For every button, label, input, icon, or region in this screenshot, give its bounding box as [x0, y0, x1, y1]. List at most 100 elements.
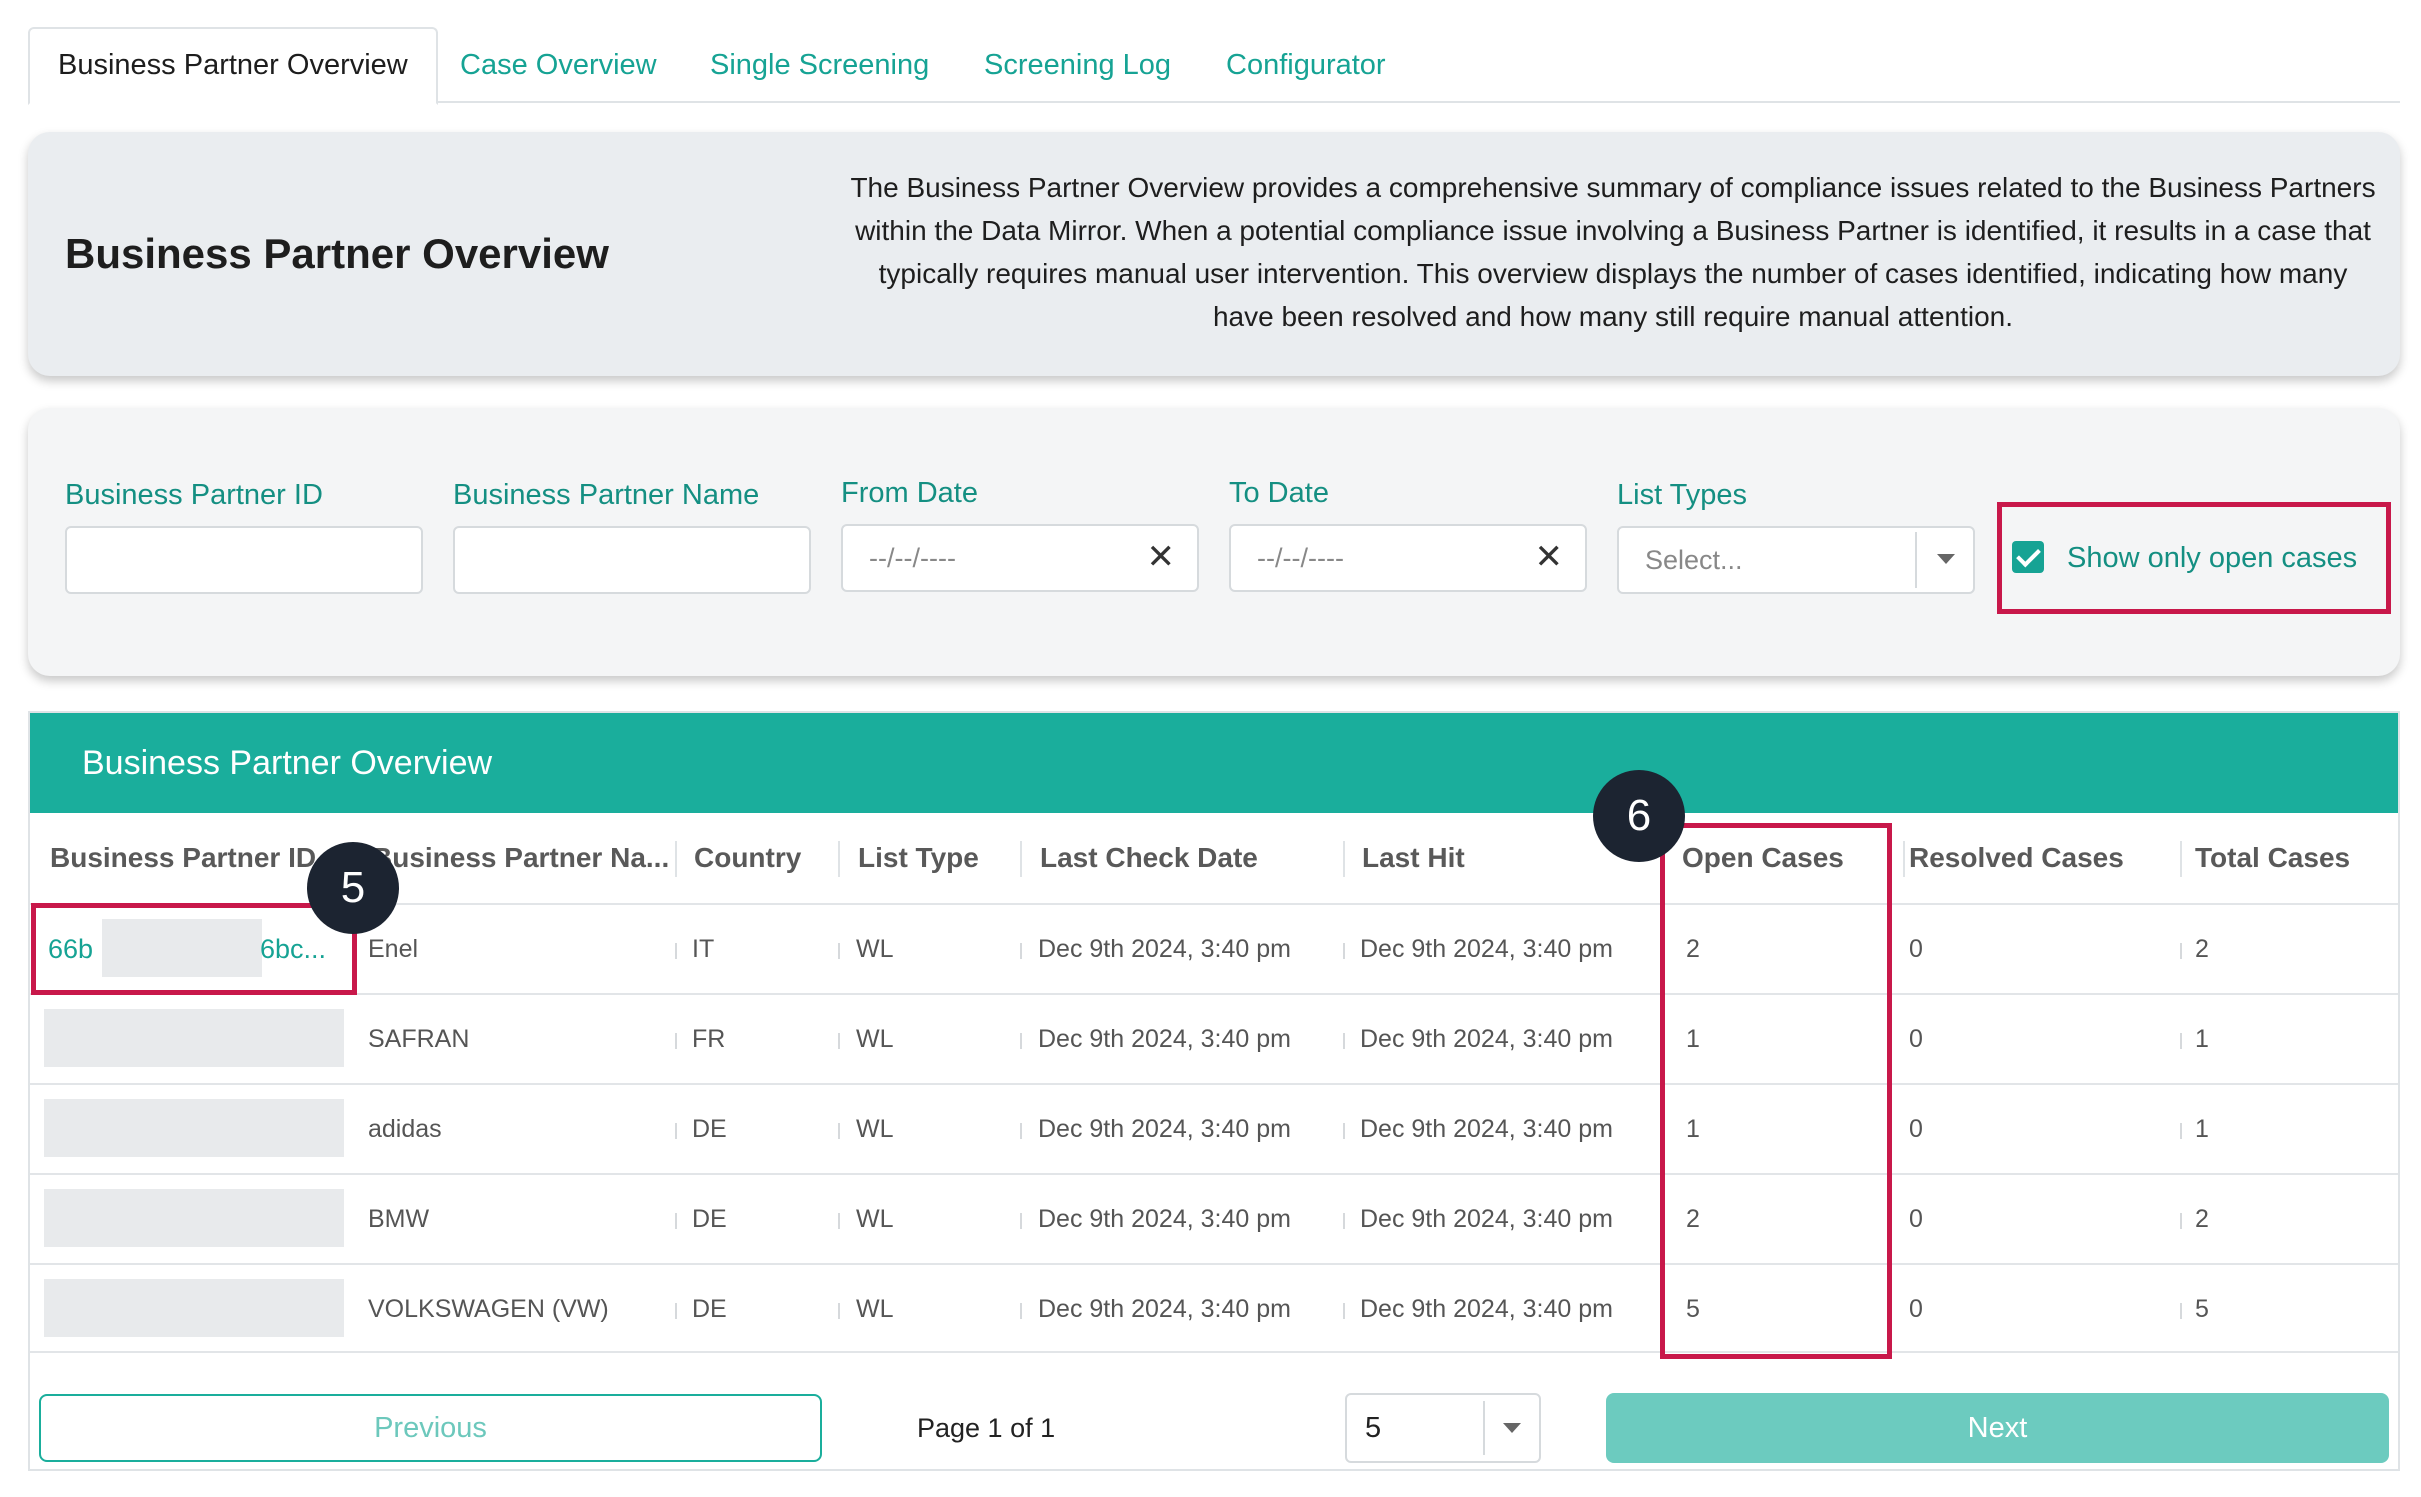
cell-divider [1343, 1123, 1345, 1139]
resolved-cases: 0 [1909, 1025, 1923, 1053]
table-row[interactable]: SAFRAN FR WL Dec 9th 2024, 3:40 pm Dec 9… [30, 993, 2398, 1083]
col-header-country[interactable]: Country [694, 813, 834, 903]
cell-divider [2180, 1303, 2182, 1319]
col-divider [1903, 841, 1905, 877]
redacted-id [44, 1099, 344, 1157]
table-row[interactable]: VOLKSWAGEN (VW) DE WL Dec 9th 2024, 3:40… [30, 1263, 2398, 1353]
table-row[interactable]: BMW DE WL Dec 9th 2024, 3:40 pm Dec 9th … [30, 1173, 2398, 1263]
col-divider [675, 841, 677, 877]
col-header-list-type[interactable]: List Type [858, 813, 1028, 903]
to-date-input[interactable]: --/--/---- ✕ [1229, 524, 1587, 592]
list-type: WL [856, 1205, 894, 1233]
cell-divider [1020, 943, 1022, 959]
chevron-down-icon[interactable] [1937, 554, 1955, 564]
last-check-date: Dec 9th 2024, 3:40 pm [1038, 1115, 1291, 1143]
list-types-select[interactable]: Select... [1617, 526, 1975, 594]
next-button[interactable]: Next [1606, 1393, 2389, 1463]
col-header-resolved-cases[interactable]: Resolved Cases [1909, 813, 2169, 903]
select-divider [1483, 1401, 1485, 1455]
clear-to-date-icon[interactable]: ✕ [1535, 526, 1564, 588]
total-cases: 2 [2195, 1205, 2209, 1233]
table-row[interactable]: adidas DE WL Dec 9th 2024, 3:40 pm Dec 9… [30, 1083, 2398, 1173]
cell-divider [1343, 1303, 1345, 1319]
from-date-input[interactable]: --/--/---- ✕ [841, 524, 1199, 592]
bp-name: adidas [368, 1115, 442, 1143]
last-hit: Dec 9th 2024, 3:40 pm [1360, 1295, 1613, 1323]
bp-id-highlight [31, 903, 357, 995]
country: DE [692, 1115, 727, 1143]
page-description: The Business Partner Overview provides a… [850, 172, 2376, 332]
col-divider [2180, 841, 2182, 877]
col-header-last-check-date[interactable]: Last Check Date [1040, 813, 1340, 903]
redacted-id [44, 1279, 344, 1337]
cell-divider [675, 943, 677, 959]
tab-case-overview[interactable]: Case Overview [460, 27, 657, 103]
last-hit: Dec 9th 2024, 3:40 pm [1360, 1205, 1613, 1233]
cell-divider [675, 1303, 677, 1319]
cell-divider [1020, 1123, 1022, 1139]
page-size-value: 5 [1365, 1412, 1382, 1444]
bp-name-label: Business Partner Name [453, 479, 760, 511]
resolved-cases: 0 [1909, 1205, 1923, 1233]
last-check-date: Dec 9th 2024, 3:40 pm [1038, 1025, 1291, 1053]
col-header-total-cases[interactable]: Total Cases [2195, 813, 2395, 903]
tab-screening-log[interactable]: Screening Log [984, 27, 1171, 103]
country: IT [692, 935, 715, 963]
col-header-bp-name[interactable]: Business Partner Na... [372, 813, 692, 903]
from-date-placeholder: --/--/---- [869, 543, 956, 573]
total-cases: 1 [2195, 1025, 2209, 1053]
bp-name-input[interactable] [453, 526, 811, 594]
cell-divider [675, 1213, 677, 1229]
resolved-cases: 0 [1909, 1115, 1923, 1143]
cell-divider [1343, 943, 1345, 959]
chevron-down-icon[interactable] [1503, 1423, 1521, 1433]
total-cases: 1 [2195, 1115, 2209, 1143]
previous-button[interactable]: Previous [39, 1394, 822, 1462]
callout-badge-6: 6 [1593, 770, 1685, 862]
country: DE [692, 1205, 727, 1233]
cell-divider [2180, 943, 2182, 959]
cell-divider [1020, 1033, 1022, 1049]
tab-bar: Business Partner Overview Case Overview … [28, 27, 2400, 105]
col-divider [1343, 841, 1345, 877]
list-types-label: List Types [1617, 479, 1748, 511]
col-divider [1020, 841, 1022, 877]
list-type: WL [856, 1295, 894, 1323]
to-date-label: To Date [1229, 477, 1329, 509]
list-type: WL [856, 1115, 894, 1143]
page-size-select[interactable]: 5 [1345, 1393, 1541, 1463]
bp-name: SAFRAN [368, 1025, 470, 1053]
clear-from-date-icon[interactable]: ✕ [1147, 526, 1176, 588]
table-title: Business Partner Overview [82, 744, 493, 782]
list-type: WL [856, 1025, 894, 1053]
show-open-cases-label[interactable]: Show only open cases [2067, 507, 2357, 609]
last-hit: Dec 9th 2024, 3:40 pm [1360, 1115, 1613, 1143]
col-header-bp-id[interactable]: Business Partner ID [50, 813, 350, 903]
tab-configurator[interactable]: Configurator [1226, 27, 1386, 103]
cell-divider [838, 1303, 840, 1319]
bp-id-input[interactable] [65, 526, 423, 594]
redacted-id [44, 1189, 344, 1247]
bp-overview-table: Business Partner Overview Business Partn… [28, 711, 2400, 1471]
page-info: Page 1 of 1 [917, 1413, 1056, 1443]
cell-divider [1343, 1213, 1345, 1229]
last-check-date: Dec 9th 2024, 3:40 pm [1038, 1295, 1291, 1323]
open-cases-highlight [1660, 823, 1892, 1359]
bp-name: BMW [368, 1205, 430, 1233]
show-open-cases-checkbox[interactable] [2012, 541, 2044, 573]
cell-divider [838, 943, 840, 959]
country: FR [692, 1025, 726, 1053]
cell-divider [1343, 1033, 1345, 1049]
total-cases: 2 [2195, 935, 2209, 963]
cell-divider [2180, 1123, 2182, 1139]
tab-business-partner-overview[interactable]: Business Partner Overview [28, 27, 438, 105]
resolved-cases: 0 [1909, 935, 1923, 963]
to-date-placeholder: --/--/---- [1257, 543, 1344, 573]
tab-single-screening[interactable]: Single Screening [710, 27, 929, 103]
cell-divider [838, 1123, 840, 1139]
resolved-cases: 0 [1909, 1295, 1923, 1323]
cell-divider [1020, 1213, 1022, 1229]
list-types-placeholder: Select... [1645, 545, 1743, 575]
list-type: WL [856, 935, 894, 963]
last-check-date: Dec 9th 2024, 3:40 pm [1038, 935, 1291, 963]
